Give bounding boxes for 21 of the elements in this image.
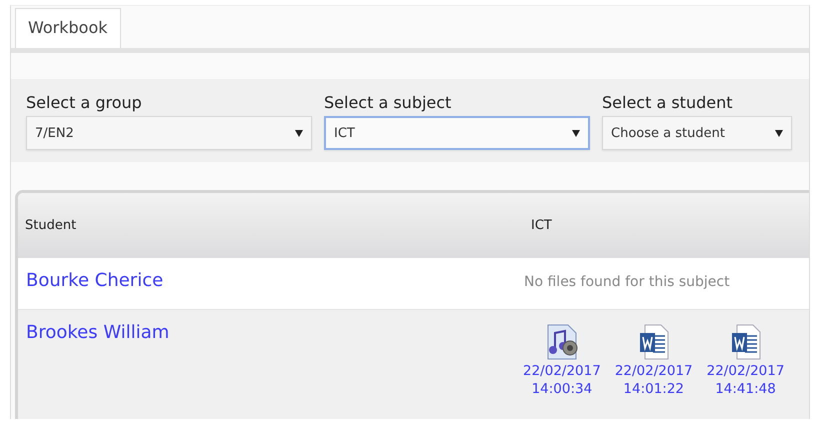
student-link[interactable]: Bourke Cherice <box>18 258 164 291</box>
caret-icon <box>295 130 303 136</box>
filter-label: Select a subject <box>324 93 452 112</box>
audio-file-icon <box>544 324 579 360</box>
file-link[interactable]: 22/02/2017 14:41:48 <box>706 324 784 419</box>
document-file-icon <box>638 324 669 360</box>
filter-label: Select a student <box>602 93 734 112</box>
document-file-icon <box>730 324 761 360</box>
column-header: Student <box>24 218 78 233</box>
column-header: ICT <box>530 218 553 233</box>
file-link[interactable]: 22/02/2017 14:00:34 <box>523 324 601 419</box>
filter-label: Select a group <box>26 93 143 112</box>
select-dropdown[interactable]: 7/EN2 <box>26 116 312 150</box>
empty-message: No files found for this subject <box>524 273 730 290</box>
select-dropdown[interactable]: Choose a student <box>602 116 792 150</box>
file-link[interactable]: 22/02/2017 14:01:22 <box>614 324 693 419</box>
workbook-tab[interactable]: Workbook <box>15 8 121 48</box>
student-link[interactable]: Brookes William <box>18 310 170 343</box>
select-dropdown[interactable]: ICT <box>324 116 590 150</box>
caret-icon <box>775 130 783 136</box>
caret-icon <box>572 130 580 136</box>
